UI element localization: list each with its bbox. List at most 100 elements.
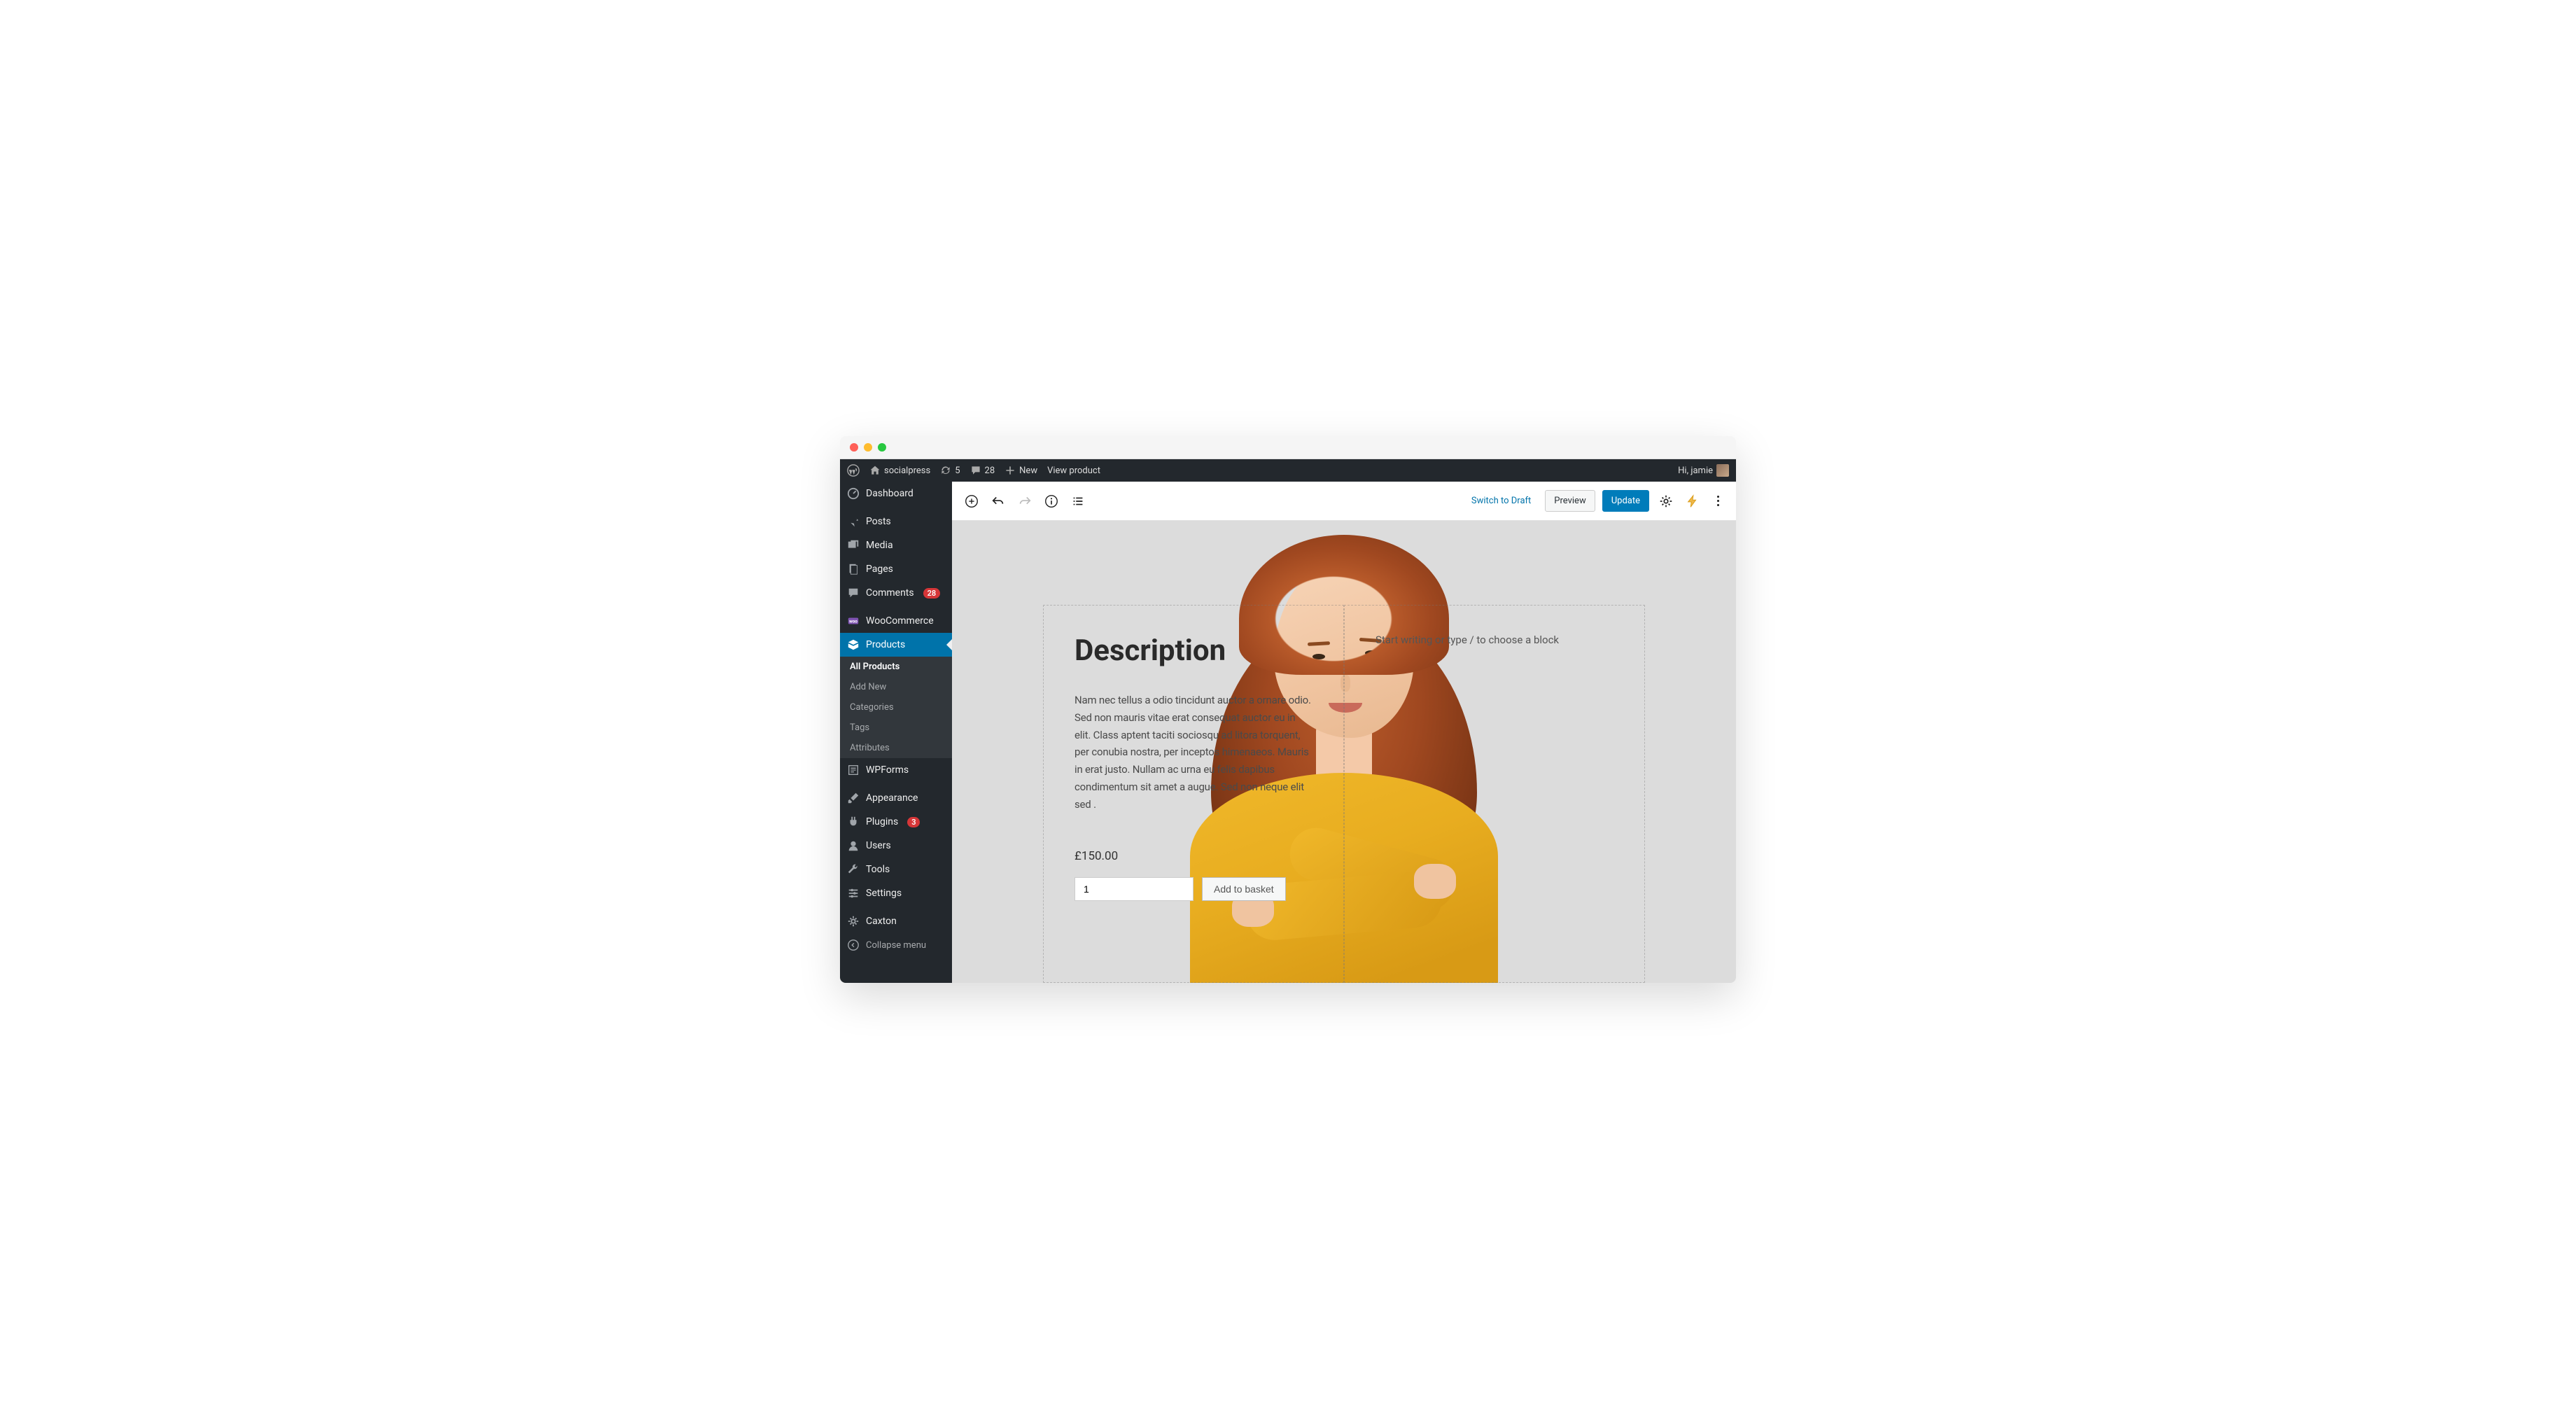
submenu-tags[interactable]: Tags — [840, 718, 952, 738]
outline-button[interactable] — [1068, 491, 1088, 511]
column-left[interactable]: Description Nam nec tellus a odio tincid… — [1043, 605, 1344, 983]
info-icon — [1044, 494, 1059, 509]
updates-link[interactable]: 5 — [940, 465, 960, 476]
plug-icon — [847, 816, 860, 828]
gear-icon — [847, 915, 860, 928]
collapse-icon — [847, 939, 860, 951]
editor-header: Switch to Draft Preview Update — [952, 482, 1736, 521]
sidebar-item-products[interactable]: Products — [840, 633, 952, 657]
gear-icon — [1658, 494, 1674, 509]
view-product-label: View product — [1047, 466, 1100, 476]
updates-count: 5 — [955, 466, 960, 476]
settings-button[interactable] — [1656, 491, 1676, 511]
block-placeholder[interactable]: Start writing or type / to choose a bloc… — [1376, 634, 1559, 646]
add-to-basket-button[interactable]: Add to basket — [1202, 877, 1286, 901]
sidebar-item-settings[interactable]: Settings — [840, 881, 952, 905]
sidebar-item-media[interactable]: Media — [840, 533, 952, 557]
new-link[interactable]: New — [1004, 465, 1037, 476]
product-price: £150.00 — [1074, 849, 1312, 863]
redo-button[interactable] — [1015, 491, 1035, 511]
sidebar-item-appearance[interactable]: Appearance — [840, 786, 952, 810]
pages-icon — [847, 563, 860, 575]
sidebar-item-caxton[interactable]: Caxton — [840, 909, 952, 933]
description-heading[interactable]: Description — [1074, 634, 1312, 668]
collapse-label: Collapse menu — [866, 940, 926, 951]
sidebar-label: Pages — [866, 564, 893, 575]
undo-button[interactable] — [988, 491, 1008, 511]
wordpress-logo[interactable] — [847, 464, 860, 477]
more-options-button[interactable] — [1709, 493, 1726, 510]
sidebar-item-posts[interactable]: Posts — [840, 510, 952, 533]
close-window[interactable] — [850, 443, 858, 452]
sidebar-item-comments[interactable]: Comments 28 — [840, 581, 952, 605]
sidebar-item-plugins[interactable]: Plugins 3 — [840, 810, 952, 834]
sidebar-label: Products — [866, 639, 905, 650]
sidebar-item-dashboard[interactable]: Dashboard — [840, 482, 952, 505]
preview-button[interactable]: Preview — [1545, 490, 1595, 512]
minimize-window[interactable] — [864, 443, 872, 452]
sidebar-label: Plugins — [866, 816, 898, 827]
sidebar-label: Posts — [866, 516, 891, 527]
products-submenu: All Products Add New Categories Tags Att… — [840, 657, 952, 758]
user-icon — [847, 839, 860, 852]
wordpress-icon — [847, 464, 860, 477]
sidebar-label: Comments — [866, 587, 914, 599]
switch-to-draft-button[interactable]: Switch to Draft — [1464, 491, 1538, 510]
sidebar-item-wpforms[interactable]: WPForms — [840, 758, 952, 782]
view-product-link[interactable]: View product — [1047, 466, 1100, 476]
update-button[interactable]: Update — [1602, 490, 1649, 512]
add-block-button[interactable] — [962, 491, 981, 511]
column-right[interactable]: Start writing or type / to choose a bloc… — [1344, 605, 1645, 983]
maximize-window[interactable] — [878, 443, 886, 452]
sidebar-label: Caxton — [866, 916, 897, 927]
editor-canvas[interactable]: Description Nam nec tellus a odio tincid… — [952, 521, 1736, 983]
submenu-add-new[interactable]: Add New — [840, 677, 952, 697]
quantity-input[interactable] — [1074, 877, 1194, 901]
plus-circle-icon — [964, 494, 979, 509]
description-text[interactable]: Nam nec tellus a odio tincidunt auctor a… — [1074, 692, 1312, 813]
window-controls — [840, 436, 1736, 459]
sidebar-item-woocommerce[interactable]: woo WooCommerce — [840, 609, 952, 633]
comments-link[interactable]: 28 — [970, 465, 995, 476]
refresh-icon — [940, 465, 951, 476]
comments-badge: 28 — [923, 588, 941, 599]
submenu-all-products[interactable]: All Products — [840, 657, 952, 677]
sidebar-label: WooCommerce — [866, 615, 934, 627]
sidebar-label: Appearance — [866, 792, 918, 804]
editor: Switch to Draft Preview Update — [952, 482, 1736, 983]
avatar — [1716, 464, 1729, 477]
collapse-menu[interactable]: Collapse menu — [840, 933, 952, 957]
admin-sidebar: Dashboard Posts Media Pages Comments 28 — [840, 482, 952, 983]
sidebar-label: Users — [866, 840, 891, 851]
sidebar-label: Settings — [866, 888, 902, 899]
svg-text:woo: woo — [849, 619, 858, 624]
comment-icon — [847, 587, 860, 599]
woocommerce-icon: woo — [847, 615, 860, 627]
submenu-categories[interactable]: Categories — [840, 697, 952, 718]
products-icon — [847, 638, 860, 651]
browser-window: socialpress 5 28 New View product Hi, ja… — [840, 436, 1736, 983]
form-icon — [847, 764, 860, 776]
greeting: Hi, jamie — [1678, 466, 1713, 476]
sliders-icon — [847, 887, 860, 900]
columns-block[interactable]: Description Nam nec tellus a odio tincid… — [1043, 605, 1645, 983]
sidebar-label: WPForms — [866, 764, 909, 776]
bolt-icon — [1685, 494, 1700, 509]
dashboard-icon — [847, 487, 860, 500]
sidebar-item-users[interactable]: Users — [840, 834, 952, 858]
wrench-icon — [847, 863, 860, 876]
redo-icon — [1017, 494, 1032, 509]
sidebar-label: Media — [866, 540, 893, 551]
home-icon — [869, 465, 881, 476]
media-icon — [847, 539, 860, 552]
site-name-link[interactable]: socialpress — [869, 465, 930, 476]
submenu-attributes[interactable]: Attributes — [840, 738, 952, 758]
account-link[interactable]: Hi, jamie — [1678, 464, 1729, 477]
sidebar-item-tools[interactable]: Tools — [840, 858, 952, 881]
info-button[interactable] — [1042, 491, 1061, 511]
sidebar-item-pages[interactable]: Pages — [840, 557, 952, 581]
jetpack-button[interactable] — [1683, 491, 1702, 511]
new-label: New — [1019, 466, 1037, 476]
brush-icon — [847, 792, 860, 804]
sidebar-label: Dashboard — [866, 488, 913, 499]
